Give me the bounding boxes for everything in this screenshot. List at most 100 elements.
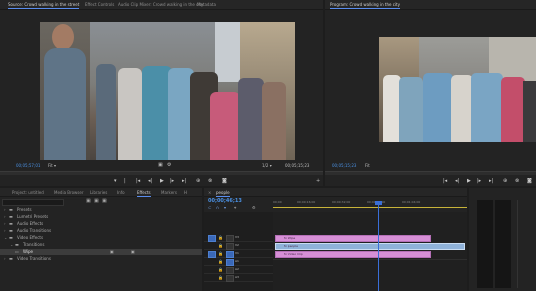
effects-search-input[interactable] xyxy=(2,199,64,206)
lock-icon[interactable]: 🔒 xyxy=(218,235,223,240)
source-transport-controls: ▾ | |◂ ◂| ▶ |▸ ▸| ⊕ ⊗ ◙ xyxy=(110,178,240,185)
go-to-out-icon[interactable]: ▸| xyxy=(182,178,186,184)
source-fraction-dropdown[interactable]: 1/2 ▾ xyxy=(262,163,272,168)
program-step-back-icon[interactable]: ◂| xyxy=(455,178,459,184)
mark-out-icon[interactable]: | xyxy=(124,178,126,184)
source-add-button[interactable]: + xyxy=(316,178,320,184)
source-scrubber[interactable] xyxy=(0,171,323,175)
track-target[interactable] xyxy=(226,243,234,250)
play-icon[interactable]: ▶ xyxy=(160,178,164,184)
program-go-to-out-icon[interactable]: ▸| xyxy=(489,178,493,184)
export-frame-icon[interactable]: ◙ xyxy=(222,178,227,184)
tab-markers[interactable]: Markers xyxy=(161,190,177,195)
program-play-icon[interactable]: ▶ xyxy=(467,178,471,184)
tab-effect-controls[interactable]: Effect Controls xyxy=(85,2,114,7)
timeline-close-icon[interactable]: × xyxy=(208,190,211,195)
source-monitor-tabbar: Source: Crowd walking in the street Effe… xyxy=(0,0,323,10)
lock-icon[interactable]: 🔒 xyxy=(218,251,223,256)
source-wrench-icon[interactable]: ⚙ xyxy=(167,162,171,168)
work-area-bar[interactable] xyxy=(273,207,467,208)
tab-media-browser[interactable]: Media Browser xyxy=(54,190,84,195)
overwrite-icon[interactable]: ⊗ xyxy=(208,178,212,184)
lock-icon[interactable]: 🔒 xyxy=(218,267,223,272)
track-header-v1: 🔒 V1 xyxy=(204,250,273,258)
tree-item[interactable]: › ▬ Presets xyxy=(0,207,202,213)
program-export-frame-icon[interactable]: ◙ xyxy=(527,178,532,184)
tab-info[interactable]: Info xyxy=(117,190,125,195)
track-label: A3 xyxy=(235,275,239,279)
video-clip-v1[interactable]: fx Video Clip xyxy=(275,251,431,258)
step-forward-icon[interactable]: |▸ xyxy=(170,178,174,184)
linked-selection-icon[interactable]: ∩ xyxy=(216,205,219,210)
insert-icon[interactable]: ⊕ xyxy=(196,178,200,184)
playhead-handle[interactable] xyxy=(375,201,382,205)
tree-item-selected[interactable]: ▭ Wipe ▣ ▣ xyxy=(0,249,202,255)
audio-meter-left xyxy=(477,200,493,288)
program-timecode[interactable]: 00;05;15;23 xyxy=(332,163,356,168)
timeline-timecode[interactable]: 00;00;46;13 xyxy=(208,198,242,204)
step-back-icon[interactable]: ◂| xyxy=(148,178,152,184)
track-label: V1 xyxy=(235,251,239,255)
program-zoom-dropdown[interactable]: Fit xyxy=(365,163,370,168)
tab-program[interactable]: Program: Crowd walking in the city xyxy=(330,2,400,9)
snap-icon[interactable]: ⊂ xyxy=(208,205,211,210)
track-header-v3: 🔒 V3 xyxy=(204,234,273,242)
folder-icon: ▬ xyxy=(9,228,13,233)
tab-project[interactable]: Project: untitled xyxy=(12,190,44,195)
effects-panel-tabbar: Project: untitled Media Browser Librarie… xyxy=(0,188,202,197)
mark-in-icon[interactable]: ▾ xyxy=(114,178,117,184)
tree-item[interactable]: ⌄ ▬ Transitions xyxy=(0,242,202,248)
lock-icon[interactable]: 🔒 xyxy=(218,243,223,248)
timeline-settings-icon[interactable]: ⌖ xyxy=(234,205,236,210)
lock-icon[interactable]: 🔒 xyxy=(218,275,223,280)
source-patch-v1[interactable] xyxy=(208,251,216,258)
track-label: V3 xyxy=(235,235,239,239)
meter-scale xyxy=(517,200,530,288)
source-monitor: Source: Crowd walking in the street Effe… xyxy=(0,0,323,186)
tab-effects[interactable]: Effects xyxy=(137,190,151,197)
source-patch-v[interactable] xyxy=(208,235,216,242)
tree-item[interactable]: › ▬ Audio Transitions xyxy=(0,228,202,234)
source-timecode[interactable]: 00;05;57;01 xyxy=(16,163,40,168)
tab-history[interactable]: H xyxy=(184,190,187,195)
extract-icon[interactable]: ⊗ xyxy=(515,178,519,184)
32bit-effects-icon[interactable]: ▣ xyxy=(94,198,99,204)
track-area[interactable]: fx Wipe fx people fx Video Clip xyxy=(273,212,467,291)
yuv-effects-icon[interactable]: ▣ xyxy=(102,198,107,204)
tree-item[interactable]: ⌄ ▬ Video Effects xyxy=(0,235,202,241)
video-clip-v2-selected[interactable]: fx people xyxy=(275,243,465,250)
tree-item[interactable]: › ▬ Video Transitions xyxy=(0,256,202,262)
program-video-frame xyxy=(379,37,536,142)
track-target[interactable] xyxy=(226,275,234,282)
time-ruler[interactable]: 00;00 00;00;16;00 00;00;32;00 00;00;48;0… xyxy=(273,196,467,210)
track-target[interactable] xyxy=(226,267,234,274)
timeline-panel: × people 00;00;46;13 ⊂ ∩ ▾ ⌖ ⚙ 00;00 00;… xyxy=(204,188,467,291)
tab-libraries[interactable]: Libraries xyxy=(90,190,107,195)
yuv-badge-icon: ▣ xyxy=(131,249,135,254)
track-target[interactable] xyxy=(226,259,234,266)
program-go-to-in-icon[interactable]: |◂ xyxy=(443,178,447,184)
ruler-label: 00;00;32;00 xyxy=(332,200,351,204)
track-target[interactable] xyxy=(226,235,234,242)
lift-icon[interactable]: ⊕ xyxy=(503,178,507,184)
go-to-in-icon[interactable]: |◂ xyxy=(136,178,140,184)
video-clip-v3[interactable]: fx Wipe xyxy=(275,235,431,242)
program-step-forward-icon[interactable]: |▸ xyxy=(477,178,481,184)
source-settings-icon[interactable]: ▣ xyxy=(158,162,163,168)
lock-icon[interactable]: 🔒 xyxy=(218,259,223,264)
tab-source[interactable]: Source: Crowd walking in the street xyxy=(8,2,80,9)
tab-audio-clip-mixer[interactable]: Audio Clip Mixer: Crowd walking in the c… xyxy=(118,2,203,7)
add-marker-icon[interactable]: ▾ xyxy=(224,205,226,210)
track-target[interactable] xyxy=(226,251,234,258)
tab-metadata[interactable]: Metadata xyxy=(197,2,216,7)
effects-panel: Project: untitled Media Browser Librarie… xyxy=(0,188,202,291)
playhead[interactable] xyxy=(378,202,379,291)
tree-item[interactable]: › ▬ Audio Effects xyxy=(0,221,202,227)
program-scrubber[interactable] xyxy=(325,171,536,175)
source-zoom-dropdown[interactable]: Fit ▾ xyxy=(48,163,56,168)
program-monitor: Program: Crowd walking in the city 00;05… xyxy=(325,0,536,186)
wrench-icon[interactable]: ⚙ xyxy=(252,205,256,210)
tree-item[interactable]: › ▬ Lumetri Presets xyxy=(0,214,202,220)
accelerated-effects-icon[interactable]: ▣ xyxy=(86,198,91,204)
tab-sequence[interactable]: people xyxy=(216,190,230,197)
